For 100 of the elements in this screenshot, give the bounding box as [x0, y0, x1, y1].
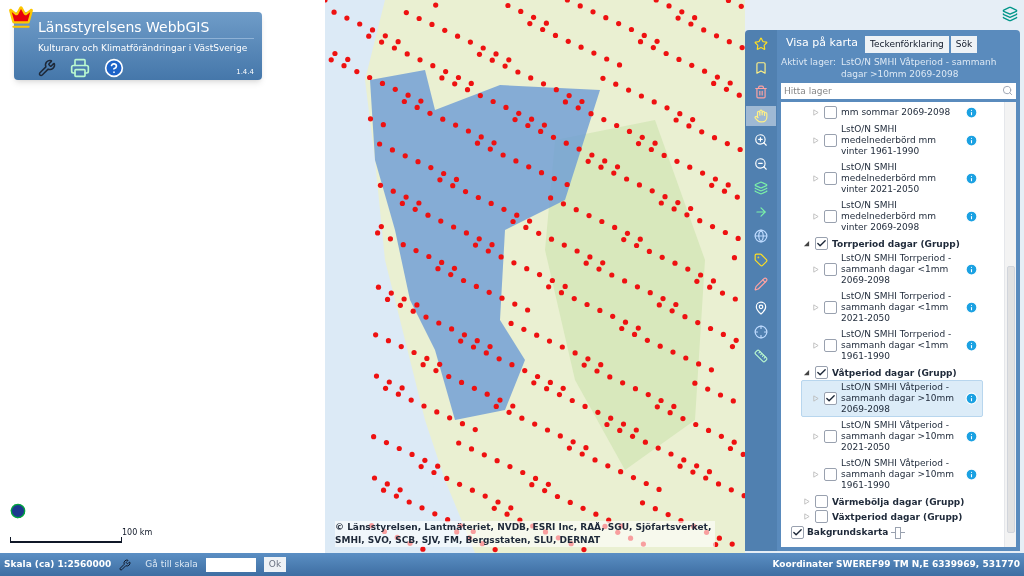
pin-icon	[754, 301, 768, 315]
collapsed-caret-icon[interactable]	[812, 266, 820, 273]
group-label: Värmebölja dagar (Grupp)	[832, 495, 965, 508]
collapsed-caret-icon[interactable]	[812, 109, 820, 116]
scale-label: 100 km	[122, 527, 153, 539]
collapsed-caret-icon[interactable]	[812, 137, 820, 144]
print-icon[interactable]	[70, 57, 90, 78]
group-label: Våtperiod dagar (Grupp)	[832, 366, 957, 379]
layer-item[interactable]: LstO/N SMHI medelnederbörd mm vinter 1961-1990	[801, 122, 983, 159]
tools-icon[interactable]	[38, 58, 56, 77]
help-icon[interactable]	[104, 57, 124, 78]
layer-label: LstO/N SMHI Våtperiod - sammanh dagar >10mm 1961-1990	[841, 458, 956, 491]
checkbox[interactable]	[824, 210, 837, 223]
map-drawing[interactable]	[325, 0, 745, 553]
checkbox[interactable]	[824, 106, 837, 119]
info-icon[interactable]	[965, 106, 978, 119]
collapsed-caret-icon[interactable]	[812, 304, 820, 311]
layer-label: LstO/N SMHI medelnederbörd mm vinter 2069-2098	[841, 200, 938, 233]
collapsed-caret-icon[interactable]	[812, 342, 820, 349]
layer-label: LstO/N SMHI Torrperiod - sammanh dagar <1mm 2069-2098	[841, 253, 953, 286]
checkbox[interactable]	[824, 301, 837, 314]
layer-item[interactable]: LstO/N SMHI Torrperiod - sammanh dagar <1mm 2021-2050	[801, 289, 983, 326]
checkbox[interactable]	[824, 172, 837, 185]
checkbox[interactable]	[815, 237, 828, 250]
layer-label: LstO/N SMHI Våtperiod - sammanh dagar >10mm 2021-2050	[841, 420, 956, 453]
expanded-caret-icon[interactable]	[803, 369, 811, 376]
star-icon	[754, 37, 768, 51]
info-icon[interactable]	[965, 210, 978, 223]
scrollbar[interactable]	[1004, 102, 1016, 547]
layer-label: LstO/N SMHI Våtperiod - sammanh dagar >10mm 2069-2098	[841, 382, 956, 415]
layers-icon	[754, 181, 768, 195]
info-icon[interactable]	[965, 301, 978, 314]
collapsed-caret-icon[interactable]	[803, 513, 811, 520]
pencil-icon	[754, 277, 768, 291]
checkbox[interactable]	[824, 468, 837, 481]
collapsed-caret-icon[interactable]	[812, 175, 820, 182]
checkbox[interactable]	[815, 495, 828, 508]
collapsed-caret-icon[interactable]	[812, 395, 820, 402]
group-label: Växtperiod dagar (Grupp)	[832, 510, 963, 523]
expanded-caret-icon[interactable]	[803, 240, 811, 247]
checkbox[interactable]	[815, 510, 828, 523]
collapsed-caret-icon[interactable]	[812, 471, 820, 478]
layer-item[interactable]: LstO/N SMHI Våtperiod - sammanh dagar >10mm 1961-1990	[801, 456, 983, 493]
layer-item[interactable]: LstO/N SMHI Torrperiod - sammanh dagar <1mm 1961-1990	[801, 327, 983, 364]
opacity-slider[interactable]	[891, 526, 906, 539]
app-title: Länsstyrelsens WebbGIS	[38, 18, 254, 39]
ok-button[interactable]: Ok	[263, 557, 287, 572]
crosshair-icon	[754, 325, 768, 339]
info-icon[interactable]	[965, 339, 978, 352]
slider-thumb[interactable]	[895, 526, 902, 539]
zoom-out-icon	[754, 157, 768, 171]
zoom-in-icon	[754, 133, 768, 147]
panel-tab[interactable]: Teckenförklaring	[865, 36, 949, 53]
search-field[interactable]: Hitta lager	[781, 83, 1016, 99]
active-layer-name: LstO/N SMHI Våtperiod - sammanh dagar >10mm 2069-2098	[840, 56, 998, 80]
hand-icon	[754, 109, 768, 123]
bookmark-icon	[754, 61, 768, 75]
info-icon[interactable]	[965, 468, 978, 481]
info-icon[interactable]	[965, 172, 978, 185]
arrow-icon	[754, 205, 768, 219]
tools-icon[interactable]	[119, 558, 132, 571]
info-icon[interactable]	[965, 430, 978, 443]
attribution: © Länsstyrelsen, Lantmäteriet, NVDB, ESRI Inc, RAÄ, SGU, Sjöfartsverket, SMHI, SVO, SCB, SJV, FM, Bergsstaten, SLU, DERNAT	[335, 521, 715, 547]
layer-item[interactable]: LstO/N SMHI medelnederbörd mm vinter 2021-2050	[801, 160, 983, 197]
ruler-icon	[754, 349, 768, 363]
layer-item[interactable]: LstO/N SMHI Våtperiod - sammanh dagar >10mm 2021-2050	[801, 418, 983, 455]
layer-item[interactable]: mm sommar 2069-2098	[801, 104, 983, 121]
active-layer-label: Aktivt lager:	[781, 56, 836, 69]
checkbox[interactable]	[824, 339, 837, 352]
crown-icon	[8, 4, 34, 30]
collapsed-caret-icon[interactable]	[812, 213, 820, 220]
panel-tab[interactable]: Sök	[950, 36, 978, 53]
info-icon[interactable]	[965, 392, 978, 405]
layer-item[interactable]: LstO/N SMHI medelnederbörd mm vinter 2069-2098	[801, 198, 983, 235]
base-map-label: Bakgrundskarta	[807, 526, 889, 539]
coordinates: Koordinater SWEREF99 TM N,E 6339969, 531770	[772, 557, 1020, 571]
layer-label: LstO/N SMHI Torrperiod - sammanh dagar <1mm 2021-2050	[841, 291, 953, 324]
checkbox[interactable]	[824, 392, 837, 405]
checkbox[interactable]	[791, 526, 804, 540]
goto-scale-label: Gå till skala	[145, 557, 198, 571]
layers-icon[interactable]	[1002, 6, 1018, 22]
info-icon[interactable]	[965, 134, 978, 147]
info-icon[interactable]	[965, 263, 978, 276]
layer-item[interactable]: LstO/N SMHI Våtperiod - sammanh dagar >10mm 2069-2098	[801, 380, 983, 417]
layer-label: LstO/N SMHI medelnederbörd mm vinter 1961-1990	[841, 124, 938, 157]
panel-tab[interactable]: Visa på karta	[781, 33, 864, 53]
checkbox[interactable]	[815, 366, 828, 379]
scale-reading: Skala (ca) 1:2560000	[4, 557, 112, 571]
layer-label: mm sommar 2069-2098	[841, 107, 952, 118]
scale-input[interactable]	[205, 557, 256, 572]
layer-item[interactable]: LstO/N SMHI Torrperiod - sammanh dagar <1mm 2069-2098	[801, 251, 983, 288]
layer-label: LstO/N SMHI medelnederbörd mm vinter 2021-2050	[841, 162, 938, 195]
checkbox[interactable]	[824, 134, 837, 147]
checkbox[interactable]	[824, 263, 837, 276]
checkbox[interactable]	[824, 430, 837, 443]
tool-button[interactable]	[746, 106, 776, 126]
app-subtitle: Kulturarv och Klimatförändringar i VästSverige	[38, 42, 249, 55]
search-icon[interactable]	[1002, 85, 1013, 96]
collapsed-caret-icon[interactable]	[812, 433, 820, 440]
collapsed-caret-icon[interactable]	[803, 498, 811, 505]
